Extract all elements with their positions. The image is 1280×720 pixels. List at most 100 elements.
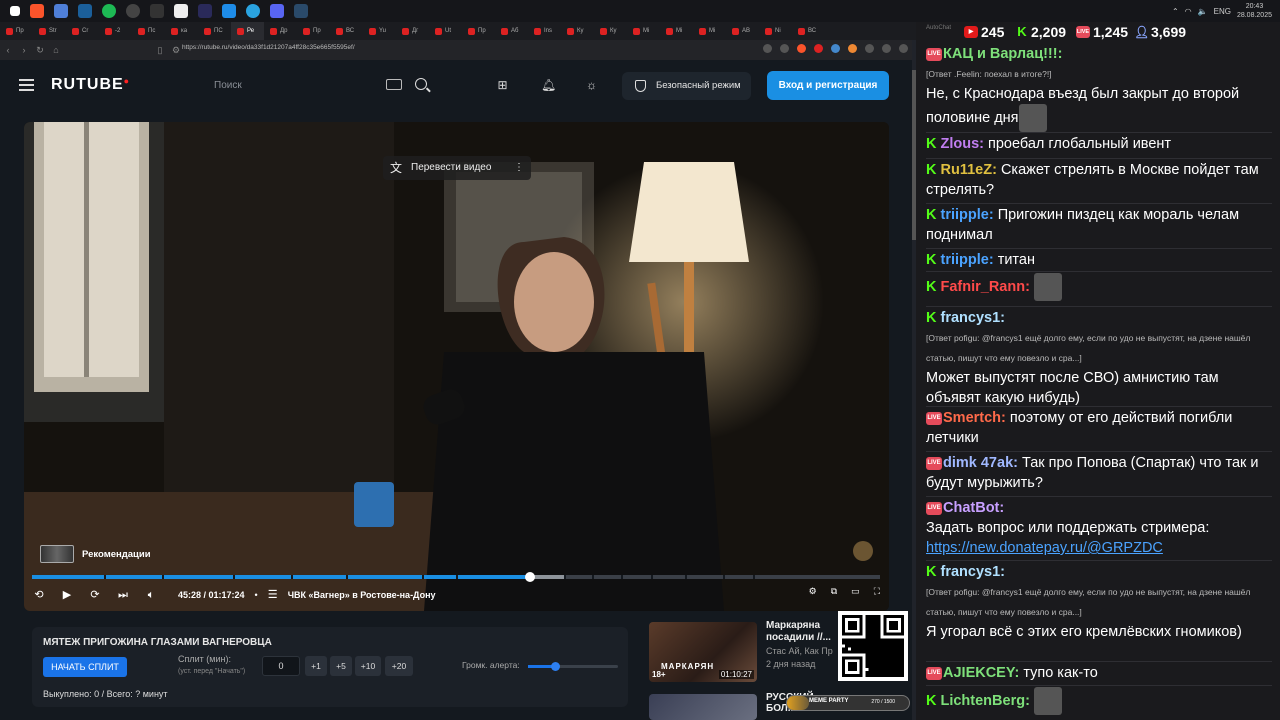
add-20-button[interactable]: +20 — [385, 656, 413, 676]
add-1-button[interactable]: +1 — [305, 656, 327, 676]
more-vertical-icon[interactable]: ⋮ — [514, 156, 524, 180]
clock[interactable]: 20:43 28.08.2025 — [1237, 2, 1272, 20]
tray-chevron-icon[interactable]: ⌃ — [1172, 7, 1179, 16]
next-icon[interactable]: ⏭ — [116, 588, 130, 602]
chat-username[interactable]: Fafnir_Rann: — [940, 279, 1029, 295]
home-icon[interactable]: ⌂ — [48, 45, 64, 55]
browser-tab[interactable]: Ins — [528, 22, 561, 40]
chat-username[interactable]: francys1: — [940, 564, 1004, 580]
capcut-icon[interactable] — [174, 4, 188, 18]
reload-icon[interactable]: ↻ — [32, 45, 48, 56]
chat-username[interactable]: triipple: — [940, 207, 993, 223]
ae-icon[interactable] — [198, 4, 212, 18]
wifi-icon[interactable]: ◠ — [1185, 7, 1192, 16]
search-input[interactable]: Поиск — [204, 74, 444, 98]
spotify-icon[interactable] — [102, 4, 116, 18]
fullscreen-icon[interactable]: ⛶ — [874, 586, 880, 597]
video-player[interactable]: 文 Перевести видео ⋮ Рекомендации — [24, 122, 889, 611]
browser-tab[interactable]: -2 — [99, 22, 132, 40]
keyboard-icon[interactable] — [386, 79, 402, 90]
browser-tab[interactable]: ПС — [198, 22, 231, 40]
related-video-title[interactable]: Маркаряна посадили //... — [766, 620, 838, 644]
chapters-icon[interactable]: ☰ — [266, 588, 280, 602]
chat-username[interactable]: Ru11eZ: — [940, 162, 996, 178]
browser-tab[interactable]: ВС — [330, 22, 363, 40]
windows-icon[interactable] — [10, 6, 20, 16]
steam2-icon[interactable] — [294, 4, 308, 18]
theater-icon[interactable]: ▭ — [851, 586, 860, 597]
start-split-button[interactable]: НАЧАТЬ СПЛИТ — [43, 657, 127, 677]
safe-mode-button[interactable]: Безопасный режим — [622, 72, 751, 100]
bookmark-icon[interactable]: ▯ — [152, 45, 168, 56]
bell-icon[interactable]: 🔔︎ — [541, 79, 556, 92]
related-video-channel[interactable]: Стас Ай, Как Пр — [766, 645, 838, 658]
chat-username[interactable]: ChatBot: — [943, 500, 1004, 516]
chat-username[interactable]: Zlous: — [940, 136, 984, 152]
chrome-icon[interactable] — [54, 4, 68, 18]
share-icon[interactable] — [780, 44, 789, 53]
browser-tab[interactable]: Ку — [594, 22, 627, 40]
settings-icon[interactable]: ⚙ — [809, 586, 817, 597]
chat-username[interactable]: КАЦ и Варлац!!!: — [943, 46, 1062, 62]
browser-tab[interactable]: Ut — [429, 22, 462, 40]
brave-icon[interactable] — [30, 4, 44, 18]
steam-icon[interactable] — [78, 4, 92, 18]
extension-icon[interactable] — [848, 44, 857, 53]
edge-icon[interactable] — [222, 4, 236, 18]
browser-tab[interactable]: Др — [264, 22, 297, 40]
channel-avatar[interactable] — [853, 541, 873, 561]
zoom-icon[interactable] — [763, 44, 772, 53]
obs-icon[interactable] — [126, 4, 140, 18]
forward-10-icon[interactable]: ⟳ — [88, 588, 102, 602]
login-button[interactable]: Вход и регистрация — [767, 71, 889, 100]
browser-tab[interactable]: Str — [33, 22, 66, 40]
add-10-button[interactable]: +10 — [355, 656, 381, 676]
back-icon[interactable]: ‹ — [0, 45, 16, 55]
progress-handle[interactable] — [524, 572, 535, 582]
browser-tab[interactable]: Yu — [363, 22, 396, 40]
extension-icon[interactable] — [865, 44, 874, 53]
theme-sun-icon[interactable]: ☼ — [585, 79, 598, 92]
upload-icon[interactable]: ⊞ — [496, 79, 509, 92]
add-5-button[interactable]: +5 — [330, 656, 352, 676]
chat-username[interactable]: LichtenBerg: — [940, 693, 1029, 709]
language-indicator[interactable]: ENG — [1214, 7, 1231, 16]
browser-tab[interactable]: ВС — [792, 22, 825, 40]
extension-icon[interactable] — [882, 44, 891, 53]
browser-tab[interactable]: Дг — [396, 22, 429, 40]
chat-username[interactable]: triipple: — [940, 252, 993, 268]
browser-tab[interactable]: Mi — [660, 22, 693, 40]
browser-tab[interactable]: АВ — [726, 22, 759, 40]
search-icon[interactable] — [415, 78, 427, 90]
related-video-thumbnail[interactable]: МАРКАРЯН 18+ 01:10:27 — [649, 622, 757, 682]
translate-video-button[interactable]: 文 Перевести видео ⋮ — [383, 156, 531, 180]
rewind-10-icon[interactable]: ⟲ — [32, 588, 46, 602]
browser-tab[interactable]: Ку — [561, 22, 594, 40]
browser-tab[interactable]: Mi — [627, 22, 660, 40]
alert-volume-slider[interactable] — [528, 662, 618, 671]
brave-shield-icon[interactable] — [797, 44, 806, 53]
browser-tab[interactable]: Аб — [495, 22, 528, 40]
progress-bar[interactable] — [32, 572, 880, 582]
miniplayer-icon[interactable]: ⧉ — [831, 586, 837, 597]
chat-username[interactable]: Smertch: — [943, 410, 1006, 426]
browser-tab[interactable]: Cr — [66, 22, 99, 40]
browser-tab[interactable]: Ре — [231, 22, 264, 40]
browser-tab[interactable]: Пр — [462, 22, 495, 40]
related-video-thumbnail[interactable] — [649, 694, 757, 720]
browser-tab[interactable]: Пр — [297, 22, 330, 40]
browser-tab[interactable]: Ni — [759, 22, 792, 40]
extension-icon[interactable] — [814, 44, 823, 53]
chat-username[interactable]: dimk 47ak: — [943, 455, 1018, 471]
extension-icon[interactable] — [831, 44, 840, 53]
forward-icon[interactable]: › — [16, 45, 32, 55]
terminal-icon[interactable] — [150, 4, 164, 18]
alert-volume-handle[interactable] — [551, 662, 560, 671]
donate-link[interactable]: https://new.donatepay.ru/@GRPZDC — [926, 540, 1163, 556]
menu-icon[interactable] — [19, 79, 34, 91]
browser-tab[interactable]: Пр — [0, 22, 33, 40]
chat-username[interactable]: AJIEKCEY: — [943, 665, 1019, 681]
url-field[interactable]: https://rutube.ru/video/da33f1d21207a4ff… — [182, 44, 355, 51]
browser-tab[interactable]: ка — [165, 22, 198, 40]
chapter-title[interactable]: ЧВК «Вагнер» в Ростове-на-Дону — [288, 590, 436, 600]
